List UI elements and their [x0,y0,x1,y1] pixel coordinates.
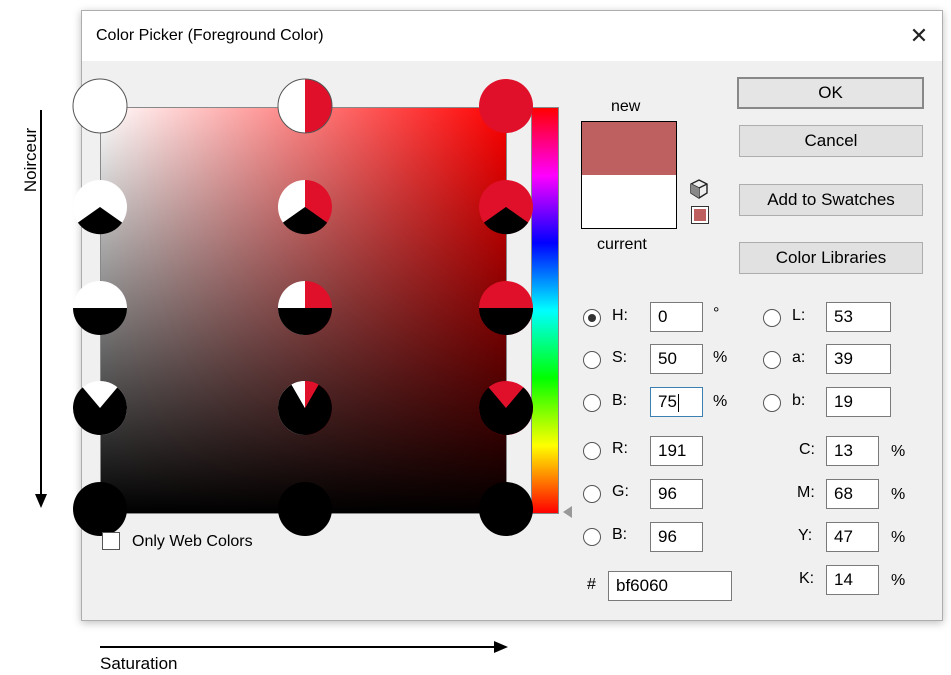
s-unit: % [713,349,728,366]
s-label: S: [612,349,628,366]
blue-label: B: [612,526,628,543]
only-web-colors-label: Only Web Colors [132,533,253,550]
l-input[interactable]: 53 [826,302,891,332]
y-label: Y: [798,527,813,544]
lab-b-input[interactable]: 19 [826,387,891,417]
add-to-swatches-button[interactable]: Add to Swatches [739,184,923,216]
k-label: K: [799,570,815,587]
dialog-title: Color Picker (Foreground Color) [96,27,324,44]
y-unit: % [891,529,906,546]
color-marker-icon [478,179,534,235]
color-libraries-button[interactable]: Color Libraries [739,242,923,274]
radio-g[interactable] [583,485,601,503]
color-marker-icon [72,481,128,537]
a-input[interactable]: 39 [826,344,891,374]
r-input[interactable]: 191 [650,436,703,466]
r-label: R: [612,440,628,457]
b-label: B: [612,392,628,409]
title-bar: Color Picker (Foreground Color) ✕ [82,11,942,61]
color-marker-icon [277,481,333,537]
m-unit: % [891,486,906,503]
m-label: M: [797,484,815,501]
radio-b[interactable] [583,394,601,412]
l-label: L: [792,307,806,324]
current-label: current [597,236,647,253]
b-unit: % [713,393,728,410]
close-icon[interactable]: ✕ [896,11,942,61]
color-marker-icon [277,78,333,134]
g-input[interactable]: 96 [650,479,703,509]
radio-lab-b[interactable] [763,394,781,412]
color-marker-icon [478,280,534,336]
blue-input[interactable]: 96 [650,522,703,552]
c-unit: % [891,443,906,460]
color-marker-icon [478,481,534,537]
new-color-swatch [582,122,676,175]
radio-a[interactable] [763,351,781,369]
color-marker-icon [277,179,333,235]
lab-b-label: b: [792,392,806,409]
hue-slider-handle-icon[interactable] [563,506,572,518]
y-input[interactable]: 47 [826,522,879,552]
c-label: C: [799,441,815,458]
color-marker-icon [277,280,333,336]
hex-input[interactable]: bf6060 [608,571,732,601]
k-input[interactable]: 14 [826,565,879,595]
s-input[interactable]: 50 [650,344,703,374]
color-marker-icon [478,78,534,134]
new-label: new [611,98,641,115]
websafe-swatch-icon[interactable] [691,206,709,224]
hex-label: # [587,576,596,593]
vertical-arrow-icon [35,110,47,508]
m-input[interactable]: 68 [826,479,879,509]
k-unit: % [891,572,906,589]
radio-l[interactable] [763,309,781,327]
color-marker-icon [72,179,128,235]
current-color-swatch[interactable] [582,175,676,228]
g-label: G: [612,483,629,500]
color-marker-icon [277,380,333,436]
cancel-button[interactable]: Cancel [739,125,923,157]
horizontal-arrow-icon [100,641,508,653]
h-label: H: [612,307,628,324]
c-input[interactable]: 13 [826,436,879,466]
color-marker-icon [72,280,128,336]
color-marker-icon [478,380,534,436]
radio-blue[interactable] [583,528,601,546]
radio-s[interactable] [583,351,601,369]
a-label: a: [792,349,806,366]
radio-h[interactable] [583,309,601,327]
color-marker-icon [72,78,128,134]
brightness-input[interactable]: 75 [650,387,703,417]
h-unit: ° [713,305,720,322]
h-input[interactable]: 0 [650,302,703,332]
color-preview [581,121,677,229]
radio-r[interactable] [583,442,601,460]
cube-icon[interactable] [690,179,708,199]
color-marker-icon [72,380,128,436]
only-web-colors-checkbox[interactable] [102,532,120,550]
hue-slider[interactable] [531,107,559,514]
ok-button[interactable]: OK [737,77,924,109]
horizontal-axis-label: Saturation [100,654,178,673]
